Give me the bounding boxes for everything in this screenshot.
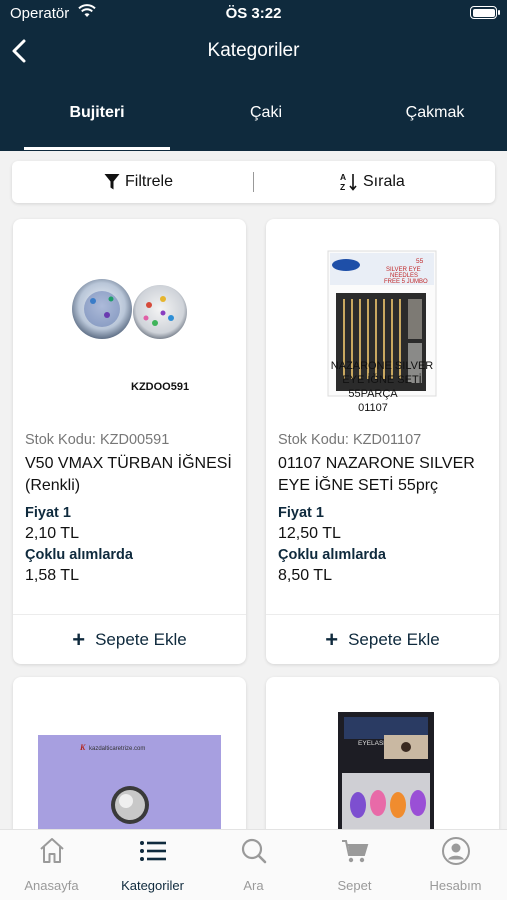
toolbar-divider [253,172,254,192]
filter-label: Filtrele [125,173,174,190]
nav-cart-label: Sepet [337,878,372,893]
product-image-caption: KZDOO591 [131,381,189,393]
tab-caki[interactable]: Çaki [196,104,336,122]
status-bar: Operatör ÖS 3:22 [0,0,507,28]
product-image: KZDOO591 [13,219,246,424]
sort-label: Sırala [363,173,405,190]
nav-home[interactable]: Anasayfa [1,830,102,900]
sort-az-icon: A Z [340,172,357,192]
plus-icon: + [325,626,339,652]
stock-code: Stok Kodu: KZD00591 [25,432,170,448]
stock-code: Stok Kodu: KZD01107 [278,432,422,448]
product-image: 55 SILVER EYE NEEDLES FREE 5 JUMBO NAZAR… [266,219,499,424]
filter-icon [104,174,120,190]
product-image: K kazdalticaretrize.com [13,677,246,847]
image-caption-line-1: NAZARONE SILVER [331,360,434,372]
bulk-price-value: 1,58 TL [25,567,79,584]
sort-button[interactable]: A Z Sırala [340,161,405,203]
product-name: V50 VMAX TÜRBAN İĞNESİ (Renkli) [25,455,232,494]
add-to-cart-button[interactable]: + Sepete Ekle [266,614,499,664]
nav-cart[interactable]: Sepet [304,830,405,900]
bulk-price-label: Çoklu alımlarda [278,547,386,563]
price-label: Fiyat 1 [278,505,324,521]
category-tabs: Bujiteri Çaki Çakmak [0,96,507,151]
status-time: ÖS 3:22 [225,5,282,22]
image-caption: EYELASH [358,740,388,747]
add-to-cart-label: Sepete Ekle [95,629,187,649]
price-label: Fiyat 1 [25,505,71,521]
app-header: Operatör ÖS 3:22 Kategoriler Bujiteri Ça… [0,0,507,151]
bulk-price-value: 8,50 TL [278,567,332,584]
filter-button[interactable]: Filtrele [104,161,173,203]
image-caption-line-2: EYE İĞNE SETİ [342,373,421,386]
account-icon [405,836,506,868]
product-card[interactable]: EYELASH [266,677,499,847]
bottom-nav: Anasayfa Kategoriler Ara Sepet Hesabım [0,829,507,900]
product-info: Stok Kodu: KZD00591 V50 VMAX TÜRBAN İĞNE… [25,432,238,587]
product-card[interactable]: KZDOO591 Stok Kodu: KZD00591 V50 VMAX TÜ… [13,219,246,664]
nav-search-label: Ara [243,878,264,893]
bulk-price-label: Çoklu alımlarda [25,547,133,563]
svg-text:Z: Z [340,182,345,192]
svg-text:A: A [340,172,346,182]
cart-icon [304,836,405,868]
product-card[interactable]: K kazdalticaretrize.com [13,677,246,847]
image-caption: kazdalticaretrize.com [89,746,145,752]
tab-cakmak[interactable]: Çakmak [370,104,500,122]
search-icon [203,836,304,868]
page-title: Kategoriler [207,40,300,61]
plus-icon: + [72,626,86,652]
nav-categories-label: Kategoriler [121,878,184,893]
package-line-3: FREE 5 JUMBO [384,279,428,285]
product-card[interactable]: 55 SILVER EYE NEEDLES FREE 5 JUMBO NAZAR… [266,219,499,664]
filter-sort-bar: Filtrele A Z Sırala [12,161,495,203]
nav-account-label: Hesabım [429,878,482,893]
product-info: Stok Kodu: KZD01107 01107 NAZARONE SILVE… [278,432,491,587]
nav-categories[interactable]: Kategoriler [102,830,203,900]
list-icon [102,836,203,868]
price-value: 12,50 TL [278,525,341,542]
image-caption-line-4: 01107 [358,402,388,414]
active-tab-indicator [24,147,170,150]
add-to-cart-button[interactable]: + Sepete Ekle [13,614,246,664]
price-value: 2,10 TL [25,525,79,542]
tab-bujiteri[interactable]: Bujiteri [24,104,170,122]
nav-search[interactable]: Ara [203,830,304,900]
battery-icon [470,6,500,19]
product-name: 01107 NAZARONE SILVER EYE İĞNE SETİ 55pr… [278,455,475,494]
svg-text:K: K [79,743,86,752]
add-to-cart-label: Sepete Ekle [348,629,440,649]
nav-account[interactable]: Hesabım [405,830,506,900]
home-icon [1,836,102,868]
product-image: EYELASH [266,677,499,847]
nav-home-label: Anasayfa [24,878,79,893]
package-count: 55 [416,258,424,265]
image-caption-line-3: 55PARÇA [348,388,398,400]
